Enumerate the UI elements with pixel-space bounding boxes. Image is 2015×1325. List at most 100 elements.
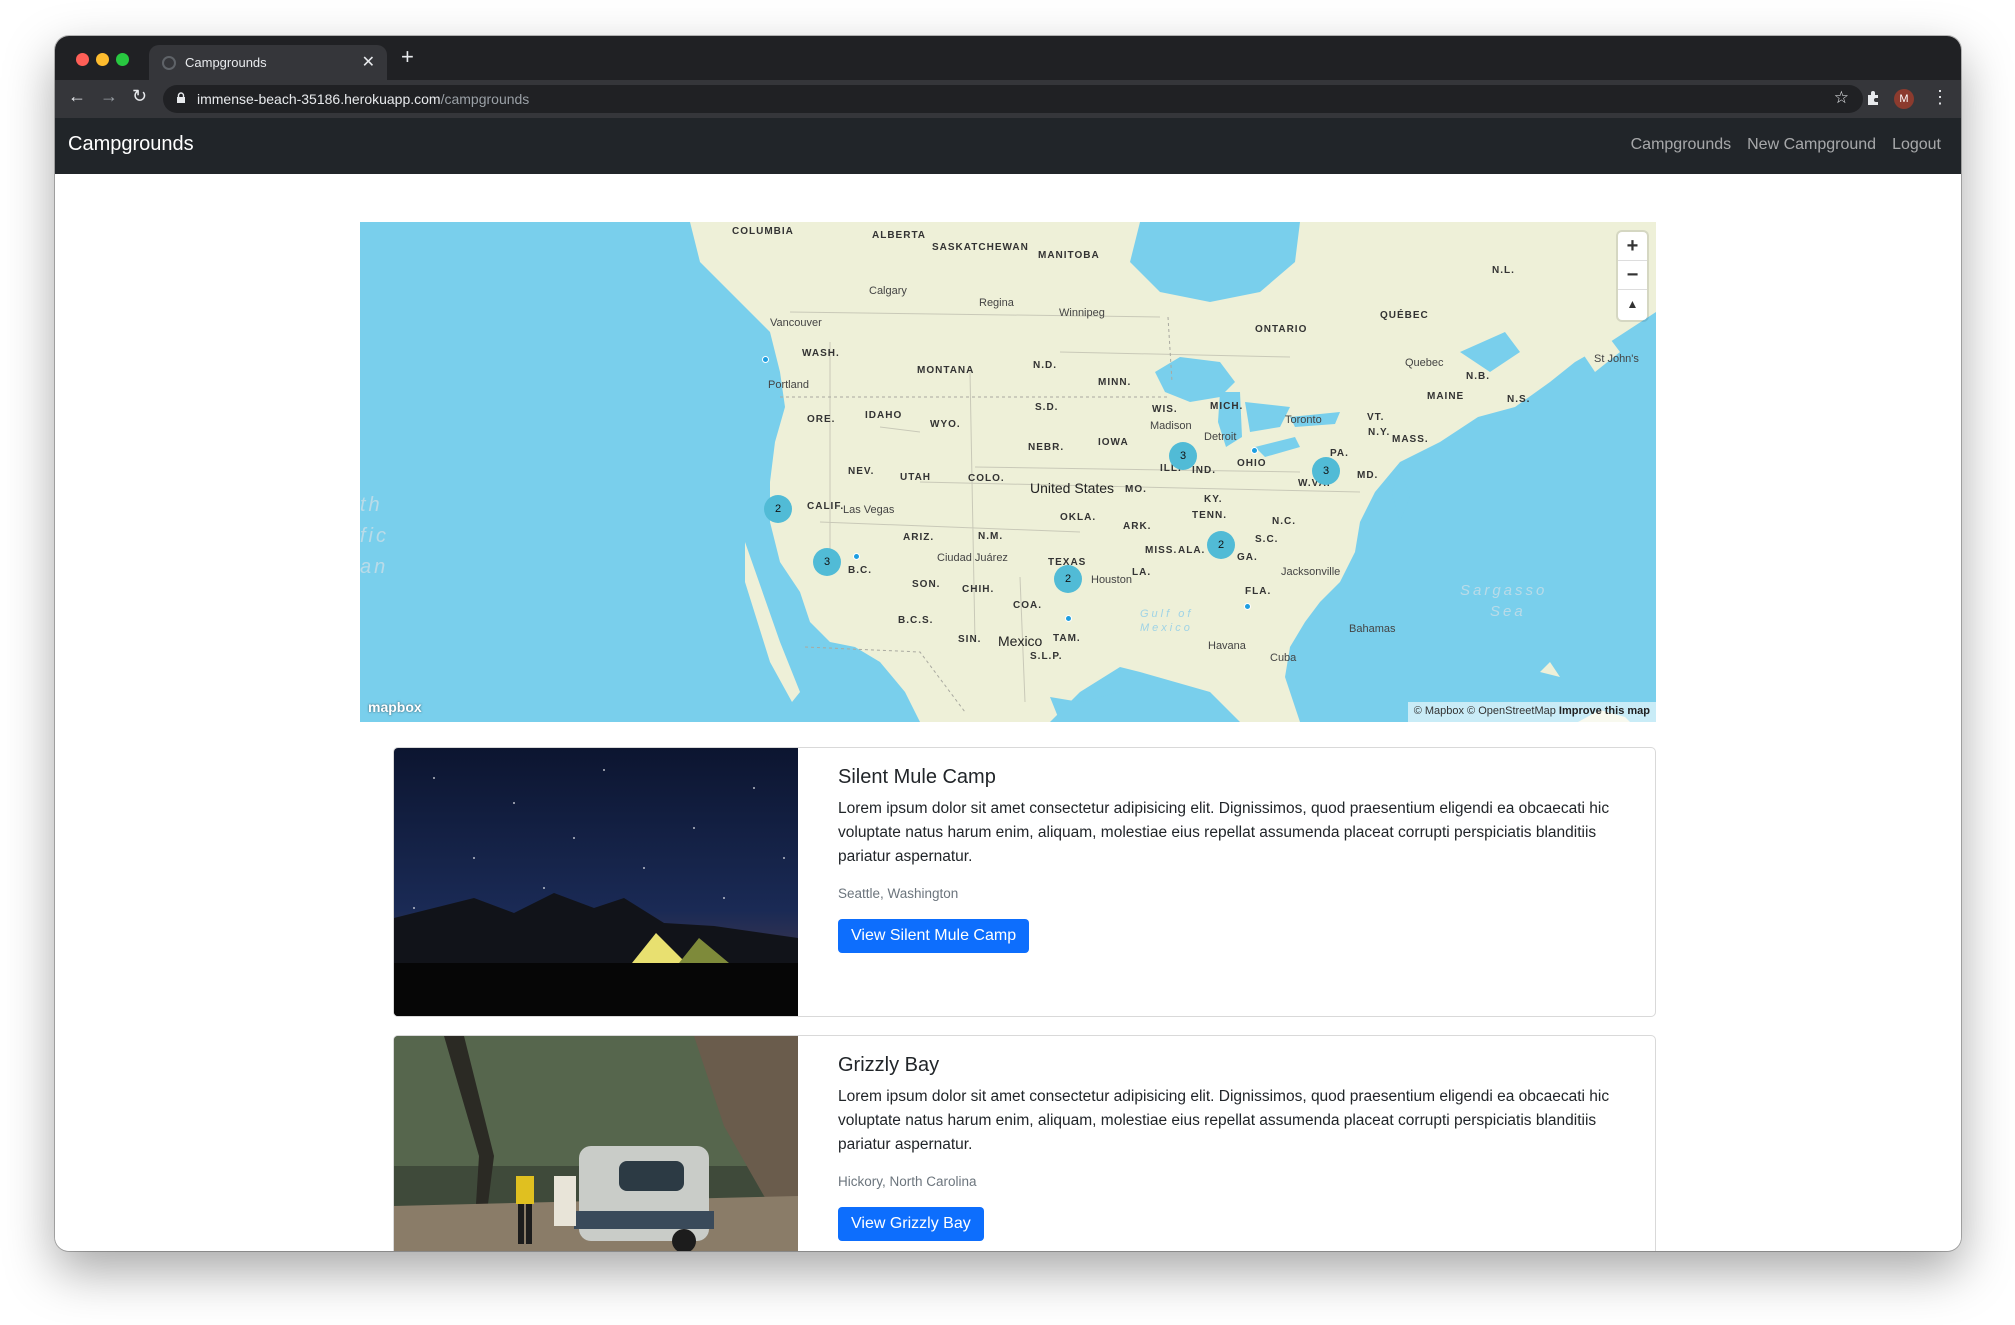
cluster-map[interactable]: COLUMBIA ALBERTA SASKATCHEWAN MANITOBA N… [360,222,1656,722]
map-label: SIN. [958,634,982,645]
map-label: N.S. [1507,394,1531,405]
map-label: MASS. [1392,434,1429,445]
map-label: FLA. [1245,586,1272,597]
map-cluster-marker[interactable]: 2 [1054,565,1082,593]
map-point-marker[interactable] [853,553,860,560]
campground-description: Lorem ipsum dolor sit amet consectetur a… [838,1088,1610,1153]
map-city: Calgary [869,285,907,297]
map-city: Madison [1150,420,1192,432]
attribution-text[interactable]: © Mapbox © OpenStreetMap [1414,705,1556,717]
map-sea-label: Sea [1490,603,1526,620]
minimize-window-button[interactable] [96,53,109,66]
tab-title: Campgrounds [185,55,267,70]
map-city: Bahamas [1349,623,1396,635]
browser-window: Campgrounds ✕ + ← → ↻ immense-beach-3518… [55,36,1961,1251]
map-label: COA. [1013,600,1042,611]
campground-card: Silent Mule Camp Lorem ipsum dolor sit a… [393,747,1656,1017]
map-label: MO. [1125,484,1147,495]
back-arrow-icon[interactable]: ← [68,86,86,107]
map-label: MISS. [1145,545,1178,556]
campground-image [394,748,798,1016]
mapbox-logo[interactable]: mapbox [368,699,422,715]
campground-card: Grizzly Bay Lorem ipsum dolor sit amet c… [393,1035,1656,1251]
nav-link-logout[interactable]: Logout [1892,136,1941,154]
compass-icon[interactable]: ▲ [1618,290,1647,319]
map-point-marker[interactable] [762,356,769,363]
map-label: CHIH. [962,584,995,595]
kebab-menu-icon[interactable]: ⋮ [1931,87,1949,108]
site-navbar: Campgrounds Campgrounds New Campground L… [55,118,1961,174]
map-city: Havana [1208,640,1246,652]
map-label: CALIF. [807,501,845,512]
map-label: IDAHO [865,410,903,421]
map-label: KY. [1204,494,1223,505]
map-label: S.L.P. [1030,651,1063,662]
view-campground-button[interactable]: View Grizzly Bay [838,1207,984,1241]
bookmark-star-icon[interactable]: ☆ [1834,88,1849,108]
map-city: Quebec [1405,357,1444,369]
map-point-marker[interactable] [1244,603,1251,610]
reload-icon[interactable]: ↻ [132,86,147,107]
map-label: N.D. [1033,360,1057,371]
map-cluster-marker[interactable]: 3 [813,548,841,576]
map-label: S.C. [1255,534,1279,545]
map-point-marker[interactable] [1065,615,1072,622]
map-ocean-label: an [360,556,389,578]
map-city: Detroit [1204,431,1237,443]
map-label: SASKATCHEWAN [932,242,1029,253]
map-point-marker[interactable] [1251,447,1258,454]
map-label: N.M. [978,531,1004,542]
map-label: N.B. [1466,371,1490,382]
map-label: MAINE [1427,391,1465,402]
nav-link-campgrounds[interactable]: Campgrounds [1631,136,1732,154]
map-label: ARK. [1123,521,1152,532]
nav-link-new-campground[interactable]: New Campground [1747,136,1876,154]
map-label: UTAH [900,472,932,483]
map-city: Winnipeg [1059,307,1105,319]
browser-tab[interactable]: Campgrounds ✕ [149,45,387,80]
improve-map-link[interactable]: Improve this map [1559,705,1650,717]
map-label: TAM. [1053,633,1081,644]
close-window-button[interactable] [76,53,89,66]
map-sea-label: Sargasso [1460,582,1548,599]
address-bar[interactable]: immense-beach-35186.herokuapp.com/campgr… [163,85,1863,113]
campground-title: Grizzly Bay [838,1054,940,1076]
map-label: N.Y. [1368,427,1391,438]
campground-description: Lorem ipsum dolor sit amet consectetur a… [838,800,1610,865]
map-cluster-marker[interactable]: 3 [1312,457,1340,485]
close-tab-icon[interactable]: ✕ [362,52,375,72]
map-city: Regina [979,297,1014,309]
map-label: LA. [1132,567,1152,578]
map-cluster-marker[interactable]: 2 [1207,531,1235,559]
extensions-puzzle-icon[interactable] [1865,89,1883,107]
map-cluster-marker[interactable]: 2 [764,495,792,523]
view-campground-button[interactable]: View Silent Mule Camp [838,919,1030,953]
map-label: N.L. [1492,265,1515,276]
new-tab-button[interactable]: + [401,44,414,70]
maximize-window-button[interactable] [116,53,129,66]
zoom-out-button[interactable]: − [1618,261,1647,290]
map-city: Houston [1091,574,1132,586]
map-city: Jacksonville [1281,566,1341,578]
map-label: N.C. [1272,516,1296,527]
navbar-brand[interactable]: Campgrounds [68,133,194,156]
map-label: NEV. [848,466,875,477]
map-label: ONTARIO [1255,324,1308,335]
zoom-in-button[interactable]: + [1618,232,1647,261]
map-label: COLUMBIA [732,226,794,237]
map-city: Las Vegas [843,504,895,516]
map-label: MANITOBA [1038,250,1100,261]
map-zoom-control: + − ▲ [1618,232,1647,320]
campground-title: Silent Mule Camp [838,766,996,788]
campground-image [394,1036,798,1251]
navbar-links: Campgrounds New Campground Logout [1631,136,1941,154]
map-city: St John's [1594,353,1639,365]
profile-avatar[interactable]: M [1894,89,1914,109]
tab-bar: Campgrounds ✕ + [55,36,1961,80]
map-label: NEBR. [1028,442,1065,453]
map-label: MINN. [1098,377,1132,388]
url-host: immense-beach-35186.herokuapp.com [197,91,441,107]
map-cluster-marker[interactable]: 3 [1169,442,1197,470]
map-label: S.D. [1035,402,1059,413]
forward-arrow-icon[interactable]: → [100,86,118,107]
